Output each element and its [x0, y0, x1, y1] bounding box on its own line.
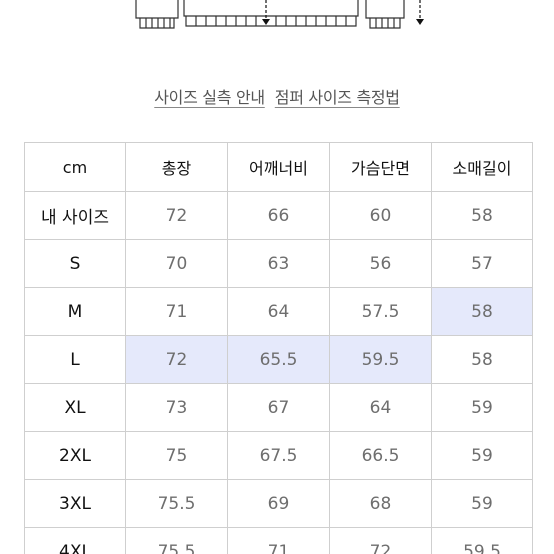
table-cell: 59 — [431, 431, 533, 480]
row-label: L — [24, 335, 126, 384]
table-cell: 75 — [125, 431, 228, 480]
table-cell: 58 — [431, 191, 533, 240]
table-cell: 66.5 — [329, 431, 432, 480]
header-shoulder-width: 어깨너비 — [227, 142, 330, 192]
table-cell: 69 — [227, 479, 330, 528]
table-cell: 67.5 — [227, 431, 330, 480]
size-chart-table: cm 총장 어깨너비 가슴단면 소매길이 내 사이즈 72 66 60 58 S… — [24, 142, 533, 554]
table-row: 3XL 75.5 69 68 59 — [24, 479, 533, 528]
table-cell: 73 — [125, 383, 228, 432]
table-cell: 58 — [431, 335, 533, 384]
header-unit: cm — [24, 142, 126, 192]
garment-measurement-diagram — [0, 0, 554, 36]
table-cell: 59 — [431, 479, 533, 528]
header-sleeve-length: 소매길이 — [431, 142, 533, 192]
table-row: 4XL 75.5 71 72 59.5 — [24, 527, 533, 554]
table-cell: 71 — [125, 287, 228, 336]
header-total-length: 총장 — [125, 142, 228, 192]
table-cell: 66 — [227, 191, 330, 240]
row-label: 4XL — [24, 527, 126, 554]
table-cell-highlighted: 58 — [431, 287, 533, 336]
table-row: M 71 64 57.5 58 — [24, 287, 533, 336]
table-cell-highlighted: 59.5 — [329, 335, 432, 384]
table-cell-highlighted: 72 — [125, 335, 228, 384]
size-measurement-guide-link[interactable]: 사이즈 실측 안내 — [154, 88, 265, 107]
table-cell: 63 — [227, 239, 330, 288]
row-label: M — [24, 287, 126, 336]
table-row: 2XL 75 67.5 66.5 59 — [24, 431, 533, 480]
table-row: XL 73 67 64 59 — [24, 383, 533, 432]
header-chest-width: 가슴단면 — [329, 142, 432, 192]
table-cell: 68 — [329, 479, 432, 528]
table-header-row: cm 총장 어깨너비 가슴단면 소매길이 — [24, 142, 533, 192]
row-label: XL — [24, 383, 126, 432]
row-label: S — [24, 239, 126, 288]
table-cell: 72 — [125, 191, 228, 240]
table-cell: 71 — [227, 527, 330, 554]
table-cell: 64 — [329, 383, 432, 432]
table-cell: 75.5 — [125, 479, 228, 528]
size-guide-caption: 사이즈 실측 안내 점퍼 사이즈 측정법 — [0, 84, 554, 108]
table-cell: 67 — [227, 383, 330, 432]
table-cell: 56 — [329, 239, 432, 288]
table-row: S 70 63 56 57 — [24, 239, 533, 288]
table-cell: 75.5 — [125, 527, 228, 554]
table-cell: 70 — [125, 239, 228, 288]
table-row: 내 사이즈 72 66 60 58 — [24, 191, 533, 240]
row-label: 내 사이즈 — [24, 191, 126, 240]
size-guide-page: 사이즈 실측 안내 점퍼 사이즈 측정법 cm 총장 어깨너비 가슴단면 소매길이… — [0, 0, 554, 554]
row-label: 2XL — [24, 431, 126, 480]
table-cell-highlighted: 65.5 — [227, 335, 330, 384]
table-cell: 72 — [329, 527, 432, 554]
table-row: L 72 65.5 59.5 58 — [24, 335, 533, 384]
table-cell: 60 — [329, 191, 432, 240]
table-cell: 57 — [431, 239, 533, 288]
table-cell: 59 — [431, 383, 533, 432]
row-label: 3XL — [24, 479, 126, 528]
table-cell: 64 — [227, 287, 330, 336]
table-cell: 59.5 — [431, 527, 533, 554]
jumper-measuring-method-link[interactable]: 점퍼 사이즈 측정법 — [275, 88, 400, 107]
table-cell: 57.5 — [329, 287, 432, 336]
